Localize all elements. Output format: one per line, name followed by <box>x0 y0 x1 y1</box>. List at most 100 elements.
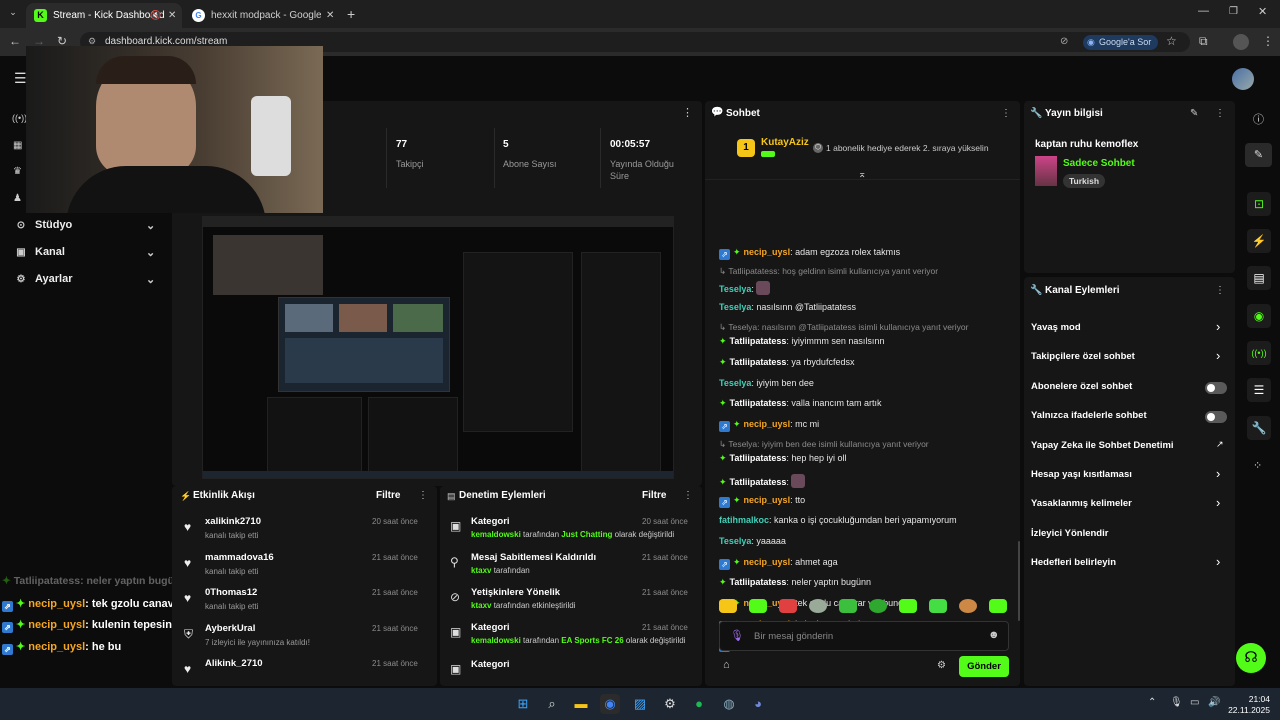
system-clock[interactable]: 21:04 22.11.2025 <box>1222 694 1270 716</box>
discord-icon[interactable]: ◕ <box>748 694 768 714</box>
edit-layout-icon[interactable]: ✎ <box>1245 143 1272 167</box>
chat-message[interactable]: ✦ Tatliipatatess: neler yaptın bugünn <box>719 577 871 588</box>
emote-icon[interactable] <box>869 599 887 613</box>
more-options-icon[interactable]: ⋮ <box>1215 285 1225 296</box>
photos-icon[interactable]: ▨ <box>630 694 650 714</box>
activity-item[interactable]: ♥ Alikink_2710 21 saat önce <box>172 654 437 686</box>
reply-context[interactable]: ↳ Teselya: iyiyim ben dee isimli kullanı… <box>719 439 929 450</box>
restore-icon[interactable]: ❐ <box>1229 6 1238 17</box>
monitor-icon[interactable]: ▭ <box>1190 697 1199 708</box>
emote-icon[interactable] <box>899 599 917 613</box>
detail-target[interactable]: EA Sports FC 26 <box>561 636 623 645</box>
chat-message[interactable]: Teselya: yaaaaa <box>719 536 786 546</box>
activity-user[interactable]: xalikink2710 <box>205 516 261 527</box>
category-thumbnail[interactable] <box>1035 156 1057 186</box>
tab-kick-dashboard[interactable]: K Stream - Kick Dashboard 🔇 ✕ <box>26 3 182 28</box>
browser-app-icon[interactable]: ◍ <box>719 694 739 714</box>
emote-icon[interactable] <box>719 599 737 613</box>
minimize-icon[interactable]: — <box>1198 5 1209 17</box>
tab-list-icon[interactable]: ⌄ <box>6 7 20 21</box>
chevron-right-icon[interactable]: › <box>1216 495 1220 510</box>
activity-user[interactable]: Alikink_2710 <box>205 658 263 669</box>
chat-username[interactable]: necip_uysl <box>744 495 791 505</box>
chat-username[interactable]: necip_uysl <box>744 557 791 567</box>
chat-message[interactable]: ✦ Tatliipatatess: hep hep iyi oll <box>719 453 846 464</box>
info-icon[interactable]: ⓘ <box>1253 111 1264 127</box>
chat-settings-gear-icon[interactable]: ⚙ <box>937 660 946 671</box>
chrome-icon[interactable]: ◉ <box>600 694 620 714</box>
emote-icon[interactable] <box>779 599 797 613</box>
chat-message[interactable]: Teselya: iyiyim ben dee <box>719 378 814 388</box>
more-options-icon[interactable]: ⋮ <box>682 106 693 119</box>
chat-message[interactable]: ⇗ ✦ necip_uysl: adam egzoza rolex takmıs <box>719 247 900 260</box>
bookmark-star-icon[interactable]: ☆ <box>1166 34 1177 48</box>
chat-scrollbar[interactable] <box>1018 541 1020 621</box>
notes-icon[interactable]: ▤ <box>1247 266 1271 290</box>
file-explorer-icon[interactable]: ▬ <box>571 694 591 714</box>
chevron-right-icon[interactable]: › <box>1216 554 1220 569</box>
chat-message[interactable]: ✦ Tatliipatatess: ya rbydufcfedsx <box>719 357 854 368</box>
emote-icon[interactable] <box>929 599 947 613</box>
chat-username[interactable]: Teselya <box>719 536 751 546</box>
back-icon[interactable]: ← <box>9 34 21 48</box>
chat-username[interactable]: fatihmalkoc <box>719 515 769 525</box>
channel-action-item[interactable]: Yasaklanmış kelimeler › <box>1024 494 1235 516</box>
new-tab-icon[interactable]: + <box>347 6 355 22</box>
profile-avatar[interactable] <box>1233 34 1249 50</box>
chat-username[interactable]: Tatliipatatess <box>730 336 787 346</box>
toggle-switch[interactable] <box>1205 381 1227 394</box>
chevron-right-icon[interactable]: › <box>1216 466 1220 481</box>
chat-username[interactable]: necip_uysl <box>744 419 791 429</box>
chat-popout-icon[interactable]: ◉ <box>1247 304 1271 328</box>
external-link-icon[interactable]: ↗ <box>1216 439 1224 450</box>
activity-user[interactable]: mammadova16 <box>205 552 274 563</box>
chat-username[interactable]: Teselya <box>719 302 751 312</box>
stream-preview[interactable] <box>202 216 674 479</box>
chat-username[interactable]: Tatliipatatess <box>730 398 787 408</box>
sidebar-item-channel[interactable]: ▣ Kanal ⌄ <box>14 246 160 259</box>
chat-username[interactable]: Tatliipatatess <box>730 453 787 463</box>
chat-username[interactable]: Tatliipatatess <box>730 477 787 487</box>
moderator-name[interactable]: kemaldowski <box>471 530 521 539</box>
sidebar-item-settings[interactable]: ⚙ Ayarlar ⌄ <box>14 273 160 286</box>
toggle-switch[interactable] <box>1205 411 1227 424</box>
layout-icon[interactable]: ☰ <box>1247 378 1271 402</box>
channel-action-item[interactable]: İzleyici Yönlendir <box>1024 524 1235 546</box>
chat-message[interactable]: ⇗ ✦ necip_uysl: tto <box>719 495 805 508</box>
chat-message[interactable]: ⇗ ✦ necip_uysl: ahmet aga <box>719 557 838 570</box>
activity-user[interactable]: AyberkUral <box>205 623 255 634</box>
chat-username[interactable]: Tatliipatatess <box>730 357 787 367</box>
emote-icon[interactable] <box>749 599 767 613</box>
broadcast-icon[interactable]: ((•)) <box>1247 341 1271 365</box>
chevron-right-icon[interactable]: › <box>1216 348 1220 363</box>
channel-action-item[interactable]: Yapay Zeka ile Sohbet Denetimi ↗ <box>1024 436 1235 458</box>
edit-pencil-icon[interactable]: ✎ <box>1190 108 1198 119</box>
camera-off-icon[interactable]: ⊘ <box>1060 36 1068 47</box>
support-headset-icon[interactable]: ☊ <box>1236 643 1266 673</box>
tab-google-search[interactable]: G hexxit modpack - Google'da Ar ✕ <box>184 3 342 28</box>
google-sor-button[interactable]: ◉ Google'a Sor <box>1083 35 1158 50</box>
lightning-action-icon[interactable]: ⚡ <box>1247 229 1271 253</box>
windows-start-icon[interactable]: ⊞ <box>513 694 533 714</box>
steam-icon[interactable]: ⚙ <box>660 694 680 714</box>
chat-message[interactable]: ⇗ ✦ necip_uysl: mc mi <box>719 419 819 432</box>
more-options-icon[interactable]: ⋮ <box>1215 108 1225 119</box>
activity-item[interactable]: ♥ 0Thomas12 kanalı takip etti 21 saat önce <box>172 583 437 617</box>
microphone-icon[interactable]: 🎙 <box>730 629 744 642</box>
microphone-tray-icon[interactable]: 🎙 <box>1170 697 1183 708</box>
activity-item[interactable]: ♥ xalikink2710 kanalı takip etti 20 saat ön… <box>172 512 437 546</box>
close-tab-icon[interactable]: ✕ <box>326 10 334 21</box>
send-button[interactable]: Gönder <box>959 656 1009 677</box>
emote-icon[interactable] <box>809 599 827 613</box>
channel-action-item[interactable]: Yalnızca ifadelerle sohbet <box>1024 406 1235 428</box>
moderator-name[interactable]: kemaldowski <box>471 636 521 645</box>
trophy-icon[interactable]: ♛ <box>13 166 22 177</box>
category-name[interactable]: Sadece Sohbet <box>1063 158 1135 169</box>
activity-item[interactable]: ⛨ AyberkUral 7 izleyici ile yayınınıza kat… <box>172 619 437 653</box>
channel-action-item[interactable]: Hedefleri belirleyin › <box>1024 553 1235 575</box>
chat-message[interactable]: fatihmalkoc: kanka o işi çocukluğumdan b… <box>719 515 957 525</box>
hamburger-menu-icon[interactable]: ☰ <box>14 70 27 87</box>
emote-icon[interactable] <box>839 599 857 613</box>
clip-icon[interactable]: ⊡ <box>1247 192 1271 216</box>
extensions-icon[interactable]: ⧉ <box>1199 34 1208 49</box>
